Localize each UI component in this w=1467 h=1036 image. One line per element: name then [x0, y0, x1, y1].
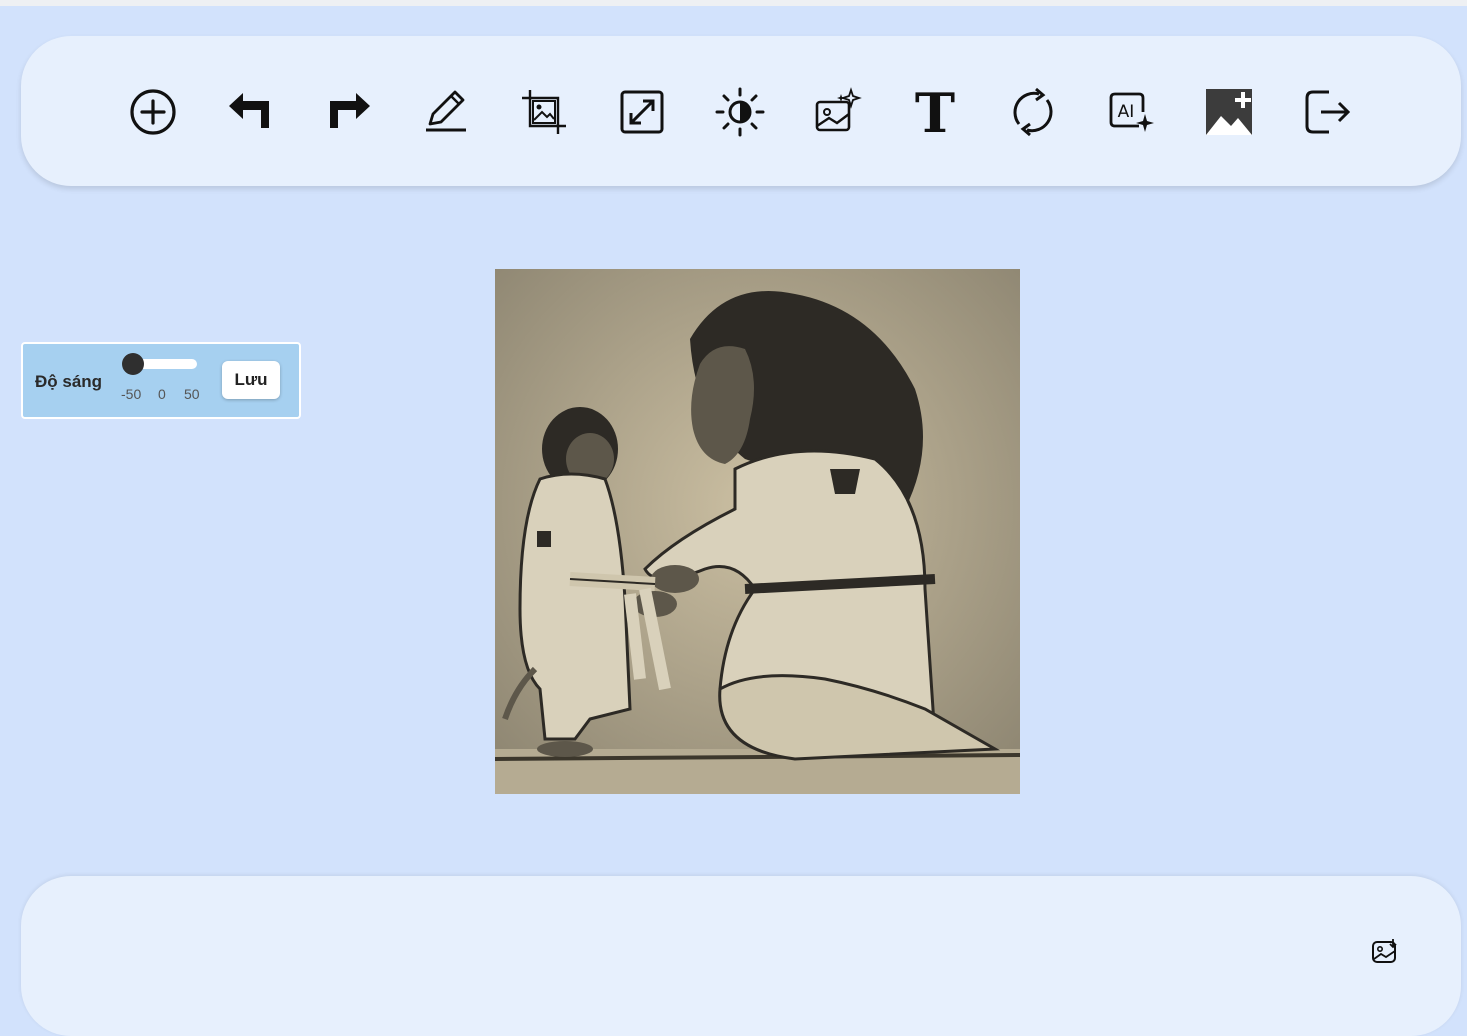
window-top-strip — [0, 0, 1467, 6]
brightness-panel: Độ sáng -50 0 50 Lưu — [21, 342, 301, 419]
undo-icon[interactable] — [219, 80, 283, 144]
slider-mid-label: 0 — [158, 386, 166, 402]
crop-icon[interactable] — [512, 80, 576, 144]
redo-icon[interactable] — [316, 80, 380, 144]
rotate-icon[interactable] — [1001, 80, 1065, 144]
slider-max-label: 50 — [184, 386, 200, 402]
resize-expand-icon[interactable] — [610, 80, 674, 144]
add-image-icon[interactable] — [1197, 80, 1261, 144]
ai-icon[interactable]: AI — [1099, 80, 1163, 144]
toolbar: T AI — [21, 36, 1461, 186]
text-icon[interactable]: T — [903, 80, 967, 144]
add-circle-icon[interactable] — [121, 80, 185, 144]
image-filter-icon[interactable] — [805, 80, 869, 144]
brightness-label: Độ sáng — [35, 372, 103, 391]
bottom-bar — [21, 876, 1461, 1036]
canvas-image[interactable] — [494, 269, 1021, 794]
image-download-icon[interactable] — [1368, 935, 1402, 969]
brightness-icon[interactable] — [708, 80, 772, 144]
brightness-slider-thumb[interactable] — [122, 353, 144, 375]
slider-min-label: -50 — [121, 386, 142, 402]
pencil-icon[interactable] — [414, 80, 478, 144]
save-button[interactable]: Lưu — [222, 361, 280, 399]
svg-text:AI: AI — [1118, 102, 1135, 122]
exit-icon[interactable] — [1295, 80, 1359, 144]
svg-text:T: T — [915, 86, 955, 138]
